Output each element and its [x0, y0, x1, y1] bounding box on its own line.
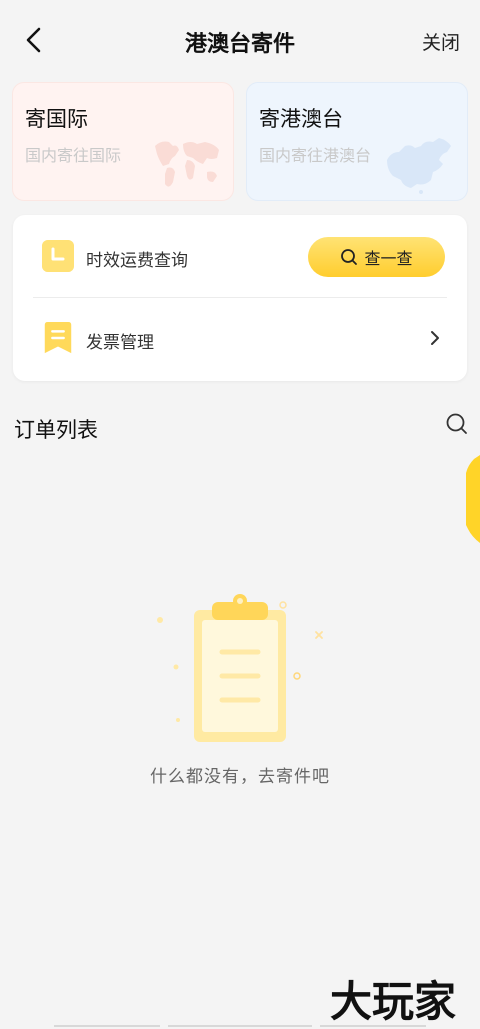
bottom-indicator-segment [54, 1025, 160, 1027]
back-button[interactable] [18, 24, 50, 56]
clock-icon [42, 240, 74, 272]
empty-state-text: 什么都没有，去寄件吧 [150, 767, 330, 787]
send-hk-macao-taiwan-subtitle: 国内寄往港澳台 [259, 146, 372, 165]
send-international-subtitle: 国内寄往国际 [25, 146, 122, 165]
empty-clipboard-illustration [157, 594, 323, 742]
top-bar: 港澳台寄件 关闭 [0, 0, 480, 82]
search-icon [341, 249, 358, 265]
rate-query-label: 时效运费查询 [86, 251, 188, 271]
query-button-label: 查一查 [364, 249, 413, 268]
order-list-title: 订单列表 [14, 418, 98, 442]
bottom-indicator-segment [320, 1025, 426, 1027]
tools-card: 时效运费查询 查一查 发票管理 [13, 215, 467, 381]
invoice-icon [44, 321, 72, 354]
invoice-management-row[interactable]: 发票管理 [13, 297, 467, 379]
invoice-management-label: 发票管理 [86, 333, 154, 353]
svg-text:大玩家: 大玩家 [330, 977, 456, 1024]
rate-query-row: 时效运费查询 查一查 [13, 215, 467, 297]
china-map-icon [387, 138, 451, 194]
page-title: 港澳台寄件 [184, 32, 295, 57]
bottom-indicator-bar [0, 1024, 480, 1029]
order-search-icon[interactable] [445, 412, 469, 436]
chevron-right-icon [431, 331, 439, 345]
bottom-indicator-segment [168, 1025, 312, 1027]
back-arrow-icon [26, 27, 41, 53]
side-float-tab[interactable] [466, 455, 480, 543]
watermark-logo: 大玩家 [330, 977, 456, 1024]
send-international-title: 寄国际 [25, 107, 88, 131]
send-international-card[interactable]: 寄国际 国内寄往国际 [12, 82, 234, 201]
send-hk-macao-taiwan-card[interactable]: 寄港澳台 国内寄往港澳台 [246, 82, 468, 201]
world-map-icon [155, 141, 219, 187]
send-hk-macao-taiwan-title: 寄港澳台 [259, 107, 343, 131]
query-button[interactable]: 查一查 [308, 237, 445, 277]
close-button[interactable]: 关闭 [422, 28, 460, 55]
